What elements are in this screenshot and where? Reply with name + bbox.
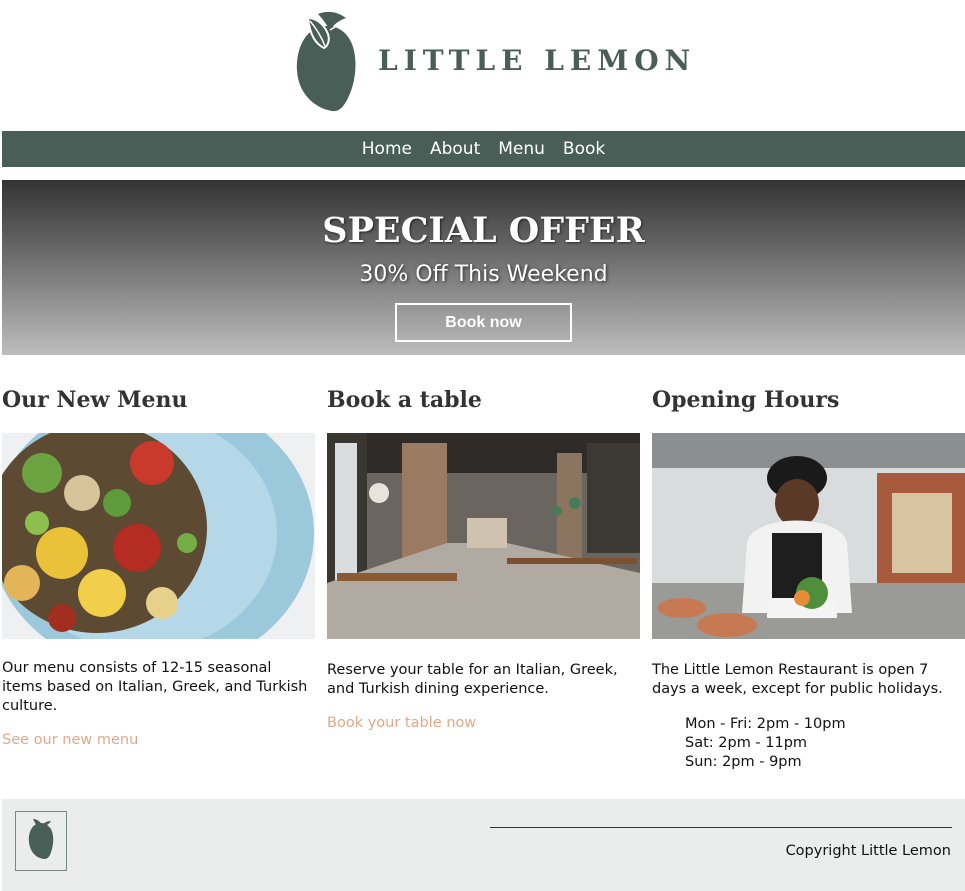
hours-sunday: Sun: 2pm - 9pm <box>685 754 802 770</box>
brand-name: LITTLE LEMON <box>378 44 697 77</box>
booking-section: Book a table Reserve your table for an I… <box>327 380 640 731</box>
book-table-link[interactable]: Book your table now <box>327 715 640 731</box>
nav-item-about[interactable]: About <box>430 139 480 159</box>
opening-hours-list: Mon - Fri: 2pm - 10pm Sat: 2pm - 11pm Su… <box>685 715 965 772</box>
see-menu-link[interactable]: See our new menu <box>2 732 315 748</box>
chef-cooking-image <box>652 433 965 639</box>
hours-description: The Little Lemon Restaurant is open 7 da… <box>652 662 943 697</box>
copyright-text: Copyright Little Lemon <box>785 843 951 859</box>
menu-description: Our menu consists of 12-15 seasonal item… <box>2 660 308 714</box>
section-heading-hours: Opening Hours <box>652 387 840 413</box>
hours-weekdays: Mon - Fri: 2pm - 10pm <box>685 716 846 732</box>
lemon-logo-icon[interactable] <box>294 8 360 114</box>
special-offer-banner: SPECIAL OFFER 30% Off This Weekend Book … <box>2 180 965 355</box>
lemon-small-icon <box>28 819 54 859</box>
section-heading-menu: Our New Menu <box>2 387 188 413</box>
section-heading-book: Book a table <box>327 387 482 413</box>
footer-divider <box>490 827 952 828</box>
hero-subtitle: 30% Off This Weekend <box>359 262 608 287</box>
hours-section: Opening Hours The Little Lemon Restauran… <box>652 380 965 772</box>
main-nav: Home About Menu Book <box>2 131 965 167</box>
book-now-button[interactable]: Book now <box>395 303 572 342</box>
salad-plate-image <box>2 433 315 639</box>
hours-saturday: Sat: 2pm - 11pm <box>685 735 808 751</box>
site-header: LITTLE LEMON <box>0 0 965 125</box>
footer-logo[interactable] <box>15 811 67 871</box>
booking-description: Reserve your table for an Italian, Greek… <box>327 662 618 697</box>
nav-item-home[interactable]: Home <box>362 139 412 159</box>
nav-item-book[interactable]: Book <box>563 139 605 159</box>
restaurant-interior-image <box>327 433 640 639</box>
nav-item-menu[interactable]: Menu <box>498 139 545 159</box>
hero-title: SPECIAL OFFER <box>322 210 645 251</box>
menu-section: Our New Menu Our menu consists of 12-15 … <box>2 380 315 748</box>
site-footer: Copyright Little Lemon <box>2 799 965 891</box>
